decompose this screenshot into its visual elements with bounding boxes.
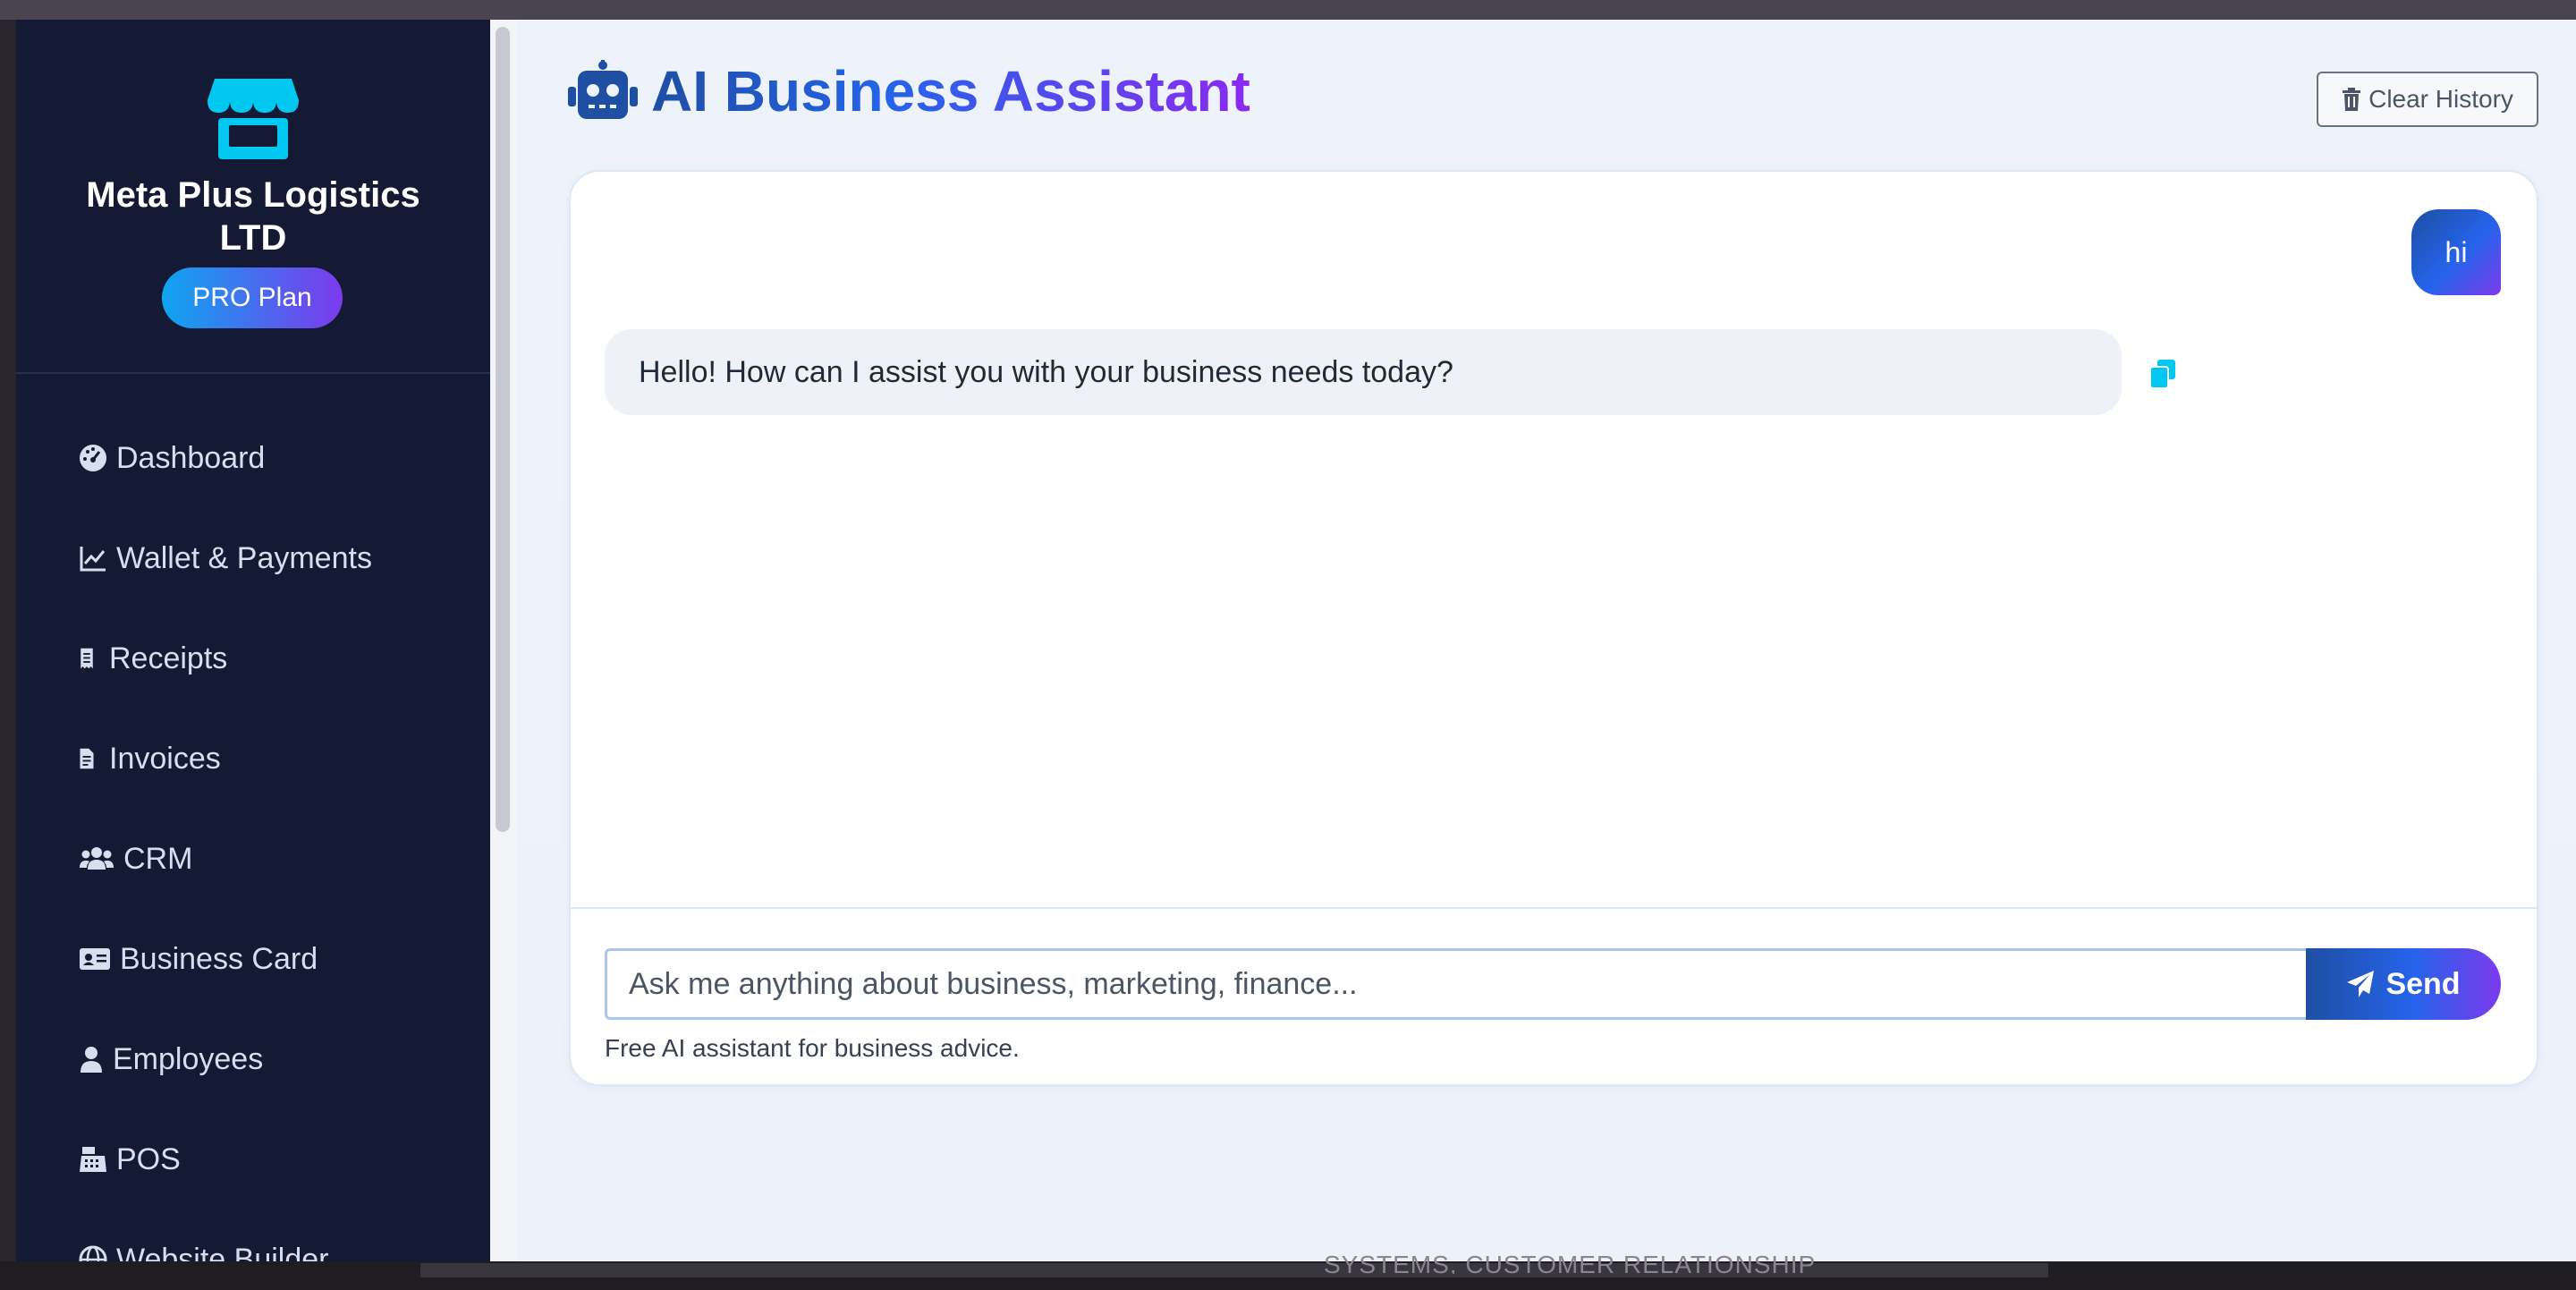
sidebar-item-label: Business Card	[120, 941, 318, 976]
sidebar-item-label: Dashboard	[116, 440, 266, 475]
copy-icon[interactable]	[2147, 358, 2179, 390]
sidebar-item-label: Employees	[113, 1041, 264, 1076]
sidebar-item-website-builder[interactable]: Website Builder	[79, 1233, 472, 1261]
page-title: AI Business Assistant	[567, 55, 1250, 127]
sidebar-item-pos[interactable]: POS	[79, 1133, 472, 1186]
app-window: Meta Plus Logistics LTD PRO Plan Dashboa…	[16, 20, 2576, 1261]
sidebar-item-wallet[interactable]: Wallet & Payments	[79, 531, 472, 585]
clear-history-label: Clear History	[2368, 85, 2513, 113]
background-window-text: SYSTEMS, CUSTOMER RELATIONSHIP	[1324, 1251, 1817, 1274]
sidebar-item-label: Website Builder	[116, 1242, 329, 1262]
sidebar-item-label: POS	[116, 1141, 181, 1176]
page-title-text: AI Business Assistant	[651, 55, 1250, 127]
company-name-line2: LTD	[219, 218, 287, 258]
plan-badge[interactable]: PRO Plan	[162, 267, 343, 328]
storefront-icon	[208, 79, 299, 159]
company-name: Meta Plus Logistics LTD	[16, 174, 490, 259]
paper-plane-icon	[2347, 971, 2375, 997]
sidebar-item-business-card[interactable]: Business Card	[79, 932, 472, 986]
assistant-message: Hello! How can I assist you with your bu…	[605, 329, 2122, 415]
sidebar-item-label: CRM	[123, 841, 193, 876]
sidebar-item-dashboard[interactable]: Dashboard	[79, 431, 472, 485]
user-icon	[80, 1047, 102, 1073]
chat-panel: hi Hello! How can I assist you with your…	[569, 170, 2538, 1086]
sidebar-item-label: Receipts	[109, 641, 228, 675]
send-button[interactable]: Send	[2306, 948, 2501, 1020]
sidebar-item-label: Wallet & Payments	[116, 540, 372, 575]
trash-icon	[2343, 88, 2361, 111]
brand-panel: Meta Plus Logistics LTD PRO Plan	[16, 20, 490, 374]
clear-history-button[interactable]: Clear History	[2317, 72, 2538, 127]
chart-line-icon	[80, 547, 106, 572]
cash-register-icon	[80, 1147, 106, 1172]
gauge-icon	[80, 445, 106, 471]
sidebar: Meta Plus Logistics LTD PRO Plan Dashboa…	[16, 20, 490, 1261]
sidebar-item-invoices[interactable]: Invoices	[79, 732, 472, 785]
user-message: hi	[2411, 209, 2501, 295]
chat-input[interactable]	[605, 948, 2342, 1020]
assistant-hint: Free AI assistant for business advice.	[605, 1034, 1020, 1062]
sidebar-item-label: Invoices	[109, 741, 221, 776]
input-divider	[571, 907, 2537, 909]
robot-icon	[568, 60, 638, 119]
company-name-line1: Meta Plus Logistics	[86, 175, 420, 215]
sidebar-item-employees[interactable]: Employees	[79, 1032, 472, 1086]
id-card-icon	[80, 948, 110, 970]
os-title-bar	[0, 0, 2576, 20]
users-icon	[80, 847, 114, 870]
file-invoice-icon	[80, 748, 94, 769]
sidebar-item-crm[interactable]: CRM	[79, 832, 472, 886]
receipt-icon	[80, 648, 93, 669]
sidebar-item-receipts[interactable]: Receipts	[79, 632, 472, 685]
main-content: AI Business Assistant Clear History hi H…	[517, 20, 2576, 1261]
send-label: Send	[2385, 966, 2461, 1001]
sidebar-scrollbar-thumb[interactable]	[496, 27, 510, 832]
globe-icon	[79, 1245, 107, 1261]
